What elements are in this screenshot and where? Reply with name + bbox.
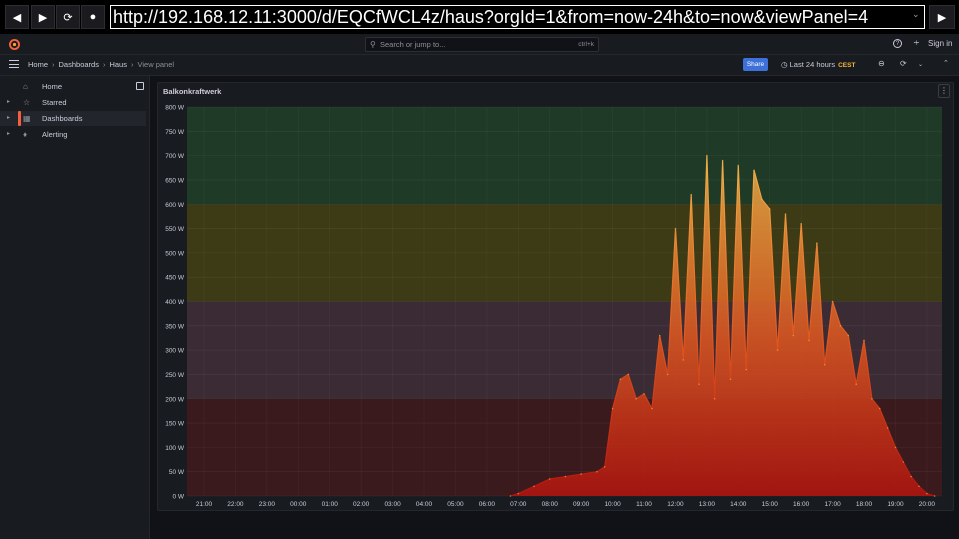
chevron-right-icon: ›	[52, 60, 55, 69]
chevron-right-icon: ›	[130, 60, 134, 69]
timezone-badge: CEST	[838, 62, 856, 69]
chevron-down-icon[interactable]: ⌄	[918, 61, 923, 68]
sidebar-item-starred[interactable]: ▸ ☆ Starred	[0, 95, 148, 110]
menu-icon[interactable]	[9, 60, 19, 68]
chevron-down-icon[interactable]: ⌄	[912, 9, 920, 20]
chevron-right-icon[interactable]: ▸	[7, 111, 10, 126]
grafana-logo-icon[interactable]	[8, 38, 21, 51]
breadcrumb-haus[interactable]: Haus	[109, 60, 127, 69]
chevron-right-icon: ›	[102, 60, 106, 69]
refresh-icon[interactable]: ⟳	[900, 59, 907, 68]
back-arrow-icon[interactable]: ◀	[5, 5, 29, 29]
star-icon: ☆	[23, 98, 31, 107]
breadcrumb-view-panel: View panel	[137, 60, 175, 69]
home-icon: ⌂	[23, 82, 28, 91]
sidebar-item-label: Starred	[42, 98, 67, 107]
go-icon[interactable]: ▶	[929, 5, 955, 29]
panel-title: Balkonkraftwerk	[163, 87, 222, 96]
panel	[157, 82, 954, 511]
chevron-up-icon[interactable]: ⌃	[943, 59, 949, 67]
time-range-label: Last 24 hours	[789, 60, 836, 69]
search-placeholder: Search or jump to...	[380, 40, 446, 49]
active-indicator	[18, 111, 21, 126]
bell-icon: ♦	[23, 130, 28, 139]
sign-in-link[interactable]: Sign in	[928, 39, 952, 48]
breadcrumb: Home › Dashboards › Haus › View panel	[28, 60, 174, 69]
stop-icon[interactable]: ●	[81, 5, 105, 29]
search-input[interactable]: ⚲ Search or jump to... ctrl+k	[365, 37, 599, 52]
breadcrumb-dashboards[interactable]: Dashboards	[59, 60, 99, 69]
forward-arrow-icon[interactable]: ▶	[31, 5, 55, 29]
clock-icon: ◷	[781, 60, 788, 69]
time-range-picker[interactable]: ◷ Last 24 hours CEST	[781, 60, 855, 69]
search-shortcut: ctrl+k	[578, 41, 594, 48]
url-input[interactable]: http://192.168.12.11:3000/d/EQCfWCL4z/ha…	[110, 5, 925, 29]
reload-icon[interactable]: ⟳	[56, 5, 80, 29]
sidebar	[0, 76, 150, 539]
grid-icon: ▦	[23, 114, 31, 123]
panel-menu-icon[interactable]: ⋮	[938, 84, 950, 98]
search-icon: ⚲	[370, 40, 376, 49]
sidebar-item-label: Alerting	[42, 130, 68, 139]
sidebar-item-home[interactable]: ⌂ Home	[0, 79, 148, 94]
breadcrumb-home[interactable]: Home	[28, 60, 48, 69]
zoom-out-icon[interactable]: ⊖	[878, 59, 885, 68]
help-icon[interactable]: ?	[893, 39, 902, 48]
rss-icon[interactable]: ∻	[913, 38, 920, 47]
share-button[interactable]: Share	[743, 58, 768, 71]
sidebar-item-dashboards[interactable]: ▸ ▦ Dashboards	[0, 111, 146, 126]
chevron-right-icon[interactable]: ▸	[7, 127, 10, 142]
sidebar-item-label: Dashboards	[42, 114, 83, 123]
sidebar-item-alerting[interactable]: ▸ ♦ Alerting	[0, 127, 148, 142]
sidebar-item-label: Home	[42, 82, 63, 91]
chevron-right-icon[interactable]: ▸	[7, 95, 10, 110]
